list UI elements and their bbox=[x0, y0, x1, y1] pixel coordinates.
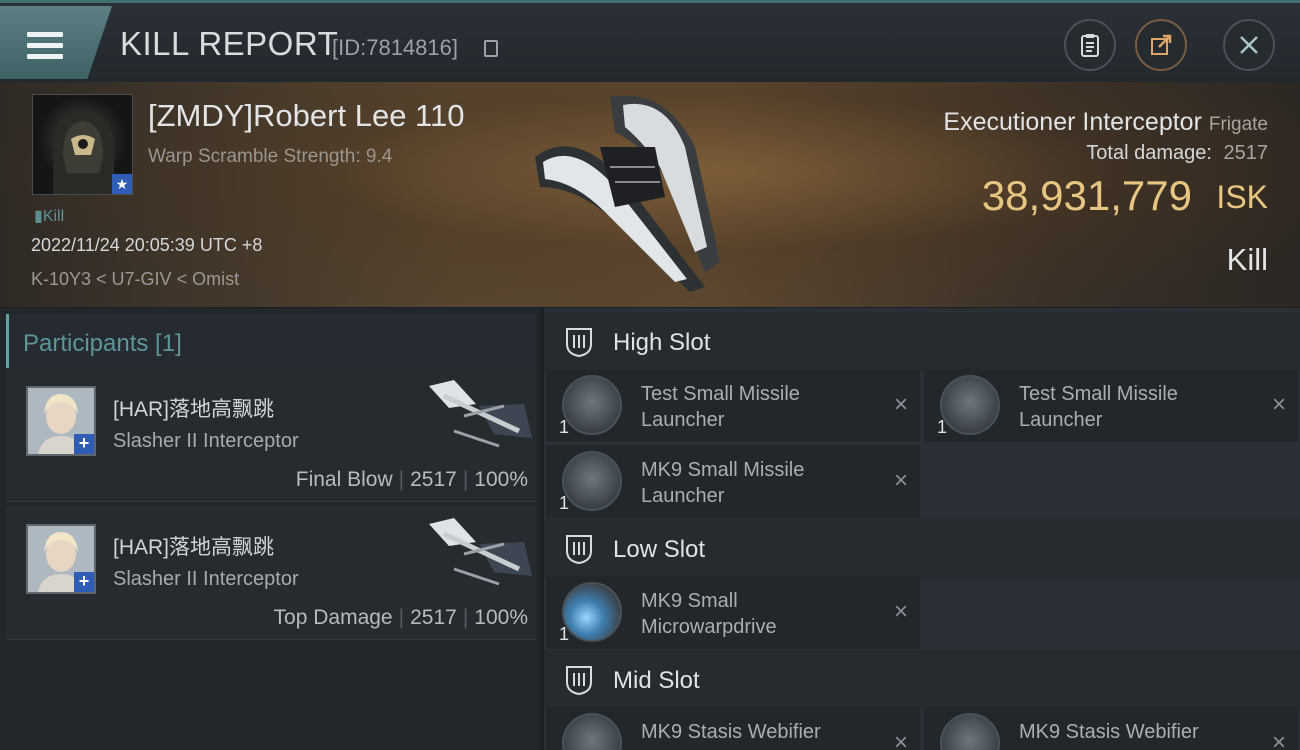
mid-slot-label: Mid Slot bbox=[613, 667, 700, 694]
module-name: MK9 Stasis Webifier bbox=[1019, 721, 1199, 743]
module-item[interactable]: 1 MK9 Small Missile Launcher × bbox=[546, 445, 920, 518]
module-item[interactable]: 1 MK9 Stasis Webifier × bbox=[924, 707, 1298, 750]
stasis-webifier-icon bbox=[940, 713, 1000, 750]
star-badge-icon: ★ bbox=[112, 174, 132, 194]
participant-damage: 2517 bbox=[410, 468, 457, 491]
module-qty: 1 bbox=[559, 417, 570, 437]
report-id: [ID:7814816] bbox=[332, 35, 458, 60]
hamburger-menu-icon bbox=[27, 32, 63, 59]
participant-percent: 100% bbox=[474, 468, 528, 491]
missile-launcher-icon bbox=[562, 451, 622, 511]
missile-launcher-icon bbox=[562, 375, 622, 435]
participant-ship: Slasher II Interceptor bbox=[113, 430, 299, 452]
participant-stats: Top Damage | 2517 | 100% bbox=[273, 606, 528, 629]
total-damage-label: Total damage: bbox=[1086, 142, 1212, 164]
remove-icon[interactable]: × bbox=[894, 731, 908, 750]
participant-damage: 2517 bbox=[410, 606, 457, 629]
plus-badge-icon: + bbox=[74, 572, 94, 592]
victim-name[interactable]: [ZMDY]Robert Lee 110 bbox=[148, 98, 464, 134]
slot-shield-icon bbox=[566, 666, 592, 696]
module-qty: 1 bbox=[559, 624, 570, 644]
participant-name: [HAR]落地高飘跳 bbox=[113, 398, 275, 421]
remove-icon[interactable]: × bbox=[894, 469, 908, 493]
copy-icon[interactable] bbox=[484, 40, 498, 57]
module-item[interactable]: 1 MK9 Small Microwarpdrive × bbox=[546, 576, 920, 649]
menu-button[interactable] bbox=[0, 6, 112, 79]
module-name: Test Small Missile Launcher bbox=[641, 383, 800, 431]
slasher-ship-icon bbox=[429, 518, 532, 586]
participant-role: Top Damage bbox=[273, 606, 393, 629]
module-name: MK9 Small Microwarpdrive bbox=[641, 590, 777, 638]
participants-header: Participants [1] bbox=[6, 314, 536, 368]
avatar: + bbox=[26, 524, 96, 594]
high-slot-header: High Slot bbox=[544, 312, 1300, 372]
kill-tag-label: Kill bbox=[42, 208, 65, 225]
kill-tag: ▮Kill bbox=[34, 208, 65, 225]
participant-percent: 100% bbox=[474, 606, 528, 629]
clipboard-icon bbox=[1081, 34, 1099, 57]
slot-shield-icon bbox=[566, 328, 592, 358]
participants-title: Participants [1] bbox=[23, 330, 182, 357]
low-slot-header: Low Slot bbox=[544, 519, 1300, 579]
module-item[interactable]: 1 Test Small Missile Launcher × bbox=[546, 369, 920, 442]
mid-slot-header: Mid Slot bbox=[544, 650, 1300, 710]
top-bar: KILL REPORT [ID:7814816] bbox=[0, 0, 1300, 82]
close-icon bbox=[1240, 36, 1258, 54]
slasher-ship-icon bbox=[429, 380, 532, 448]
participant-card[interactable]: + [HAR]落地高飘跳 Slasher II Interceptor Fina… bbox=[6, 368, 536, 502]
ship-class: Frigate bbox=[1208, 114, 1268, 135]
total-damage-value: 2517 bbox=[1223, 142, 1269, 164]
isk-unit: ISK bbox=[1216, 179, 1268, 215]
fitting-panel: High Slot 1 Test Small Missile Launcher … bbox=[544, 308, 1300, 750]
kill-location[interactable]: K-10Y3 < U7-GIV < Omist bbox=[31, 269, 239, 290]
low-slot-label: Low Slot bbox=[613, 536, 706, 563]
remove-icon[interactable]: × bbox=[1272, 731, 1286, 750]
remove-icon[interactable]: × bbox=[894, 600, 908, 624]
missile-launcher-icon bbox=[940, 375, 1000, 435]
kill-timestamp: 2022/11/24 20:05:39 UTC +8 bbox=[31, 235, 263, 255]
slot-shield-icon bbox=[566, 535, 592, 565]
total-damage: Total damage: 2517 bbox=[1086, 142, 1268, 165]
ship-type: Executioner Interceptor bbox=[943, 108, 1202, 136]
participant-stats: Final Blow | 2517 | 100% bbox=[295, 468, 528, 491]
module-qty: 1 bbox=[559, 493, 570, 513]
participant-card[interactable]: + [HAR]落地高飘跳 Slasher II Interceptor Top … bbox=[6, 506, 536, 640]
isk-value: 38,931,779 bbox=[981, 172, 1192, 219]
module-item[interactable]: 1 Test Small Missile Launcher × bbox=[924, 369, 1298, 442]
module-name: Test Small Missile Launcher bbox=[1019, 383, 1178, 431]
kill-result: Kill bbox=[1226, 242, 1268, 277]
executioner-ship-image bbox=[535, 95, 720, 292]
module-item[interactable]: 1 MK9 Stasis Webifier × bbox=[546, 707, 920, 750]
module-name: MK9 Small Missile Launcher bbox=[641, 459, 805, 507]
share-icon bbox=[1151, 34, 1172, 55]
module-name: MK9 Stasis Webifier bbox=[641, 721, 821, 743]
stasis-webifier-icon bbox=[562, 713, 622, 750]
participant-name: [HAR]落地高飘跳 bbox=[113, 536, 275, 559]
plus-badge-icon: + bbox=[74, 434, 94, 454]
avatar: + bbox=[26, 386, 96, 456]
participant-ship: Slasher II Interceptor bbox=[113, 568, 299, 590]
close-button[interactable] bbox=[1223, 19, 1275, 71]
victim-portrait[interactable]: ★ bbox=[32, 94, 133, 195]
victim-banner: ★ [ZMDY]Robert Lee 110 Warp Scramble Str… bbox=[0, 82, 1300, 307]
remove-icon[interactable]: × bbox=[894, 393, 908, 417]
warp-scramble-strength: Warp Scramble Strength: 9.4 bbox=[148, 146, 393, 167]
participants-panel: Participants [1] + [HAR]落地高飘跳 Slasher II… bbox=[0, 308, 540, 750]
microwarpdrive-icon bbox=[562, 582, 622, 642]
share-button[interactable] bbox=[1135, 19, 1187, 71]
victim-ship-name[interactable]: Executioner Interceptor Frigate bbox=[943, 108, 1268, 137]
module-qty: 1 bbox=[937, 417, 948, 437]
page-title: KILL REPORT bbox=[120, 25, 339, 62]
high-slot-label: High Slot bbox=[613, 329, 711, 356]
remove-icon[interactable]: × bbox=[1272, 393, 1286, 417]
clipboard-button[interactable] bbox=[1064, 19, 1116, 71]
participant-role: Final Blow bbox=[295, 468, 393, 491]
